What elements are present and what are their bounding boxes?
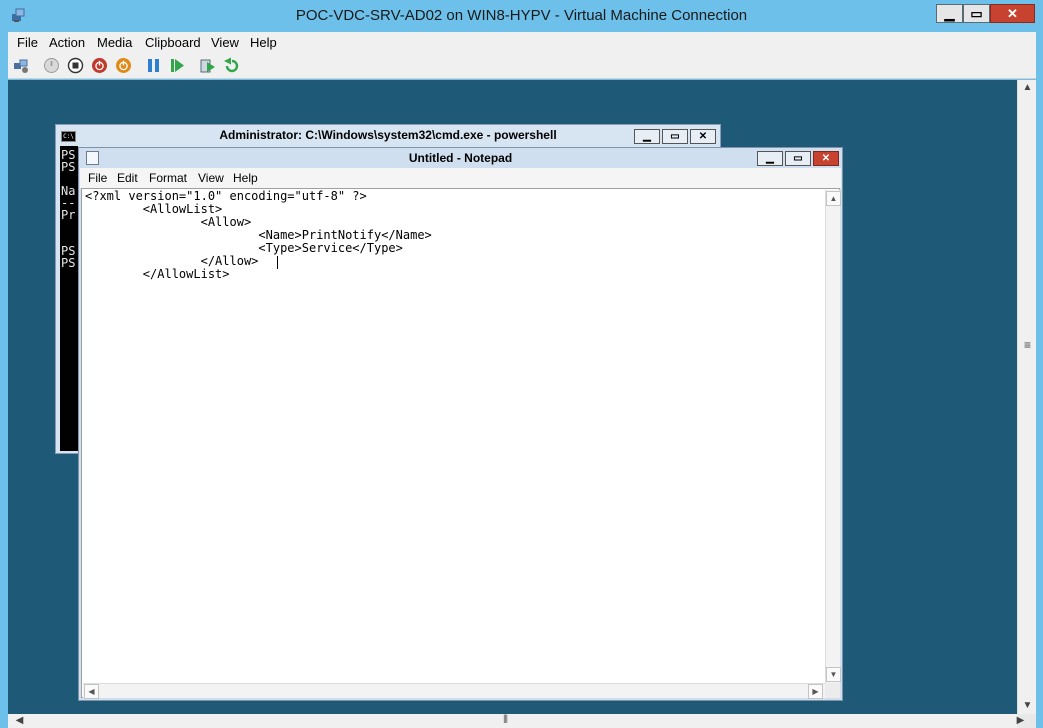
scroll-up-icon[interactable]: ▲ xyxy=(1018,82,1037,93)
np-scroll-right-icon[interactable]: ▶ xyxy=(808,684,823,699)
notepad-content: <?xml version="1.0" encoding="utf-8" ?> … xyxy=(85,189,432,281)
console-line: PS xyxy=(61,256,76,270)
np-scroll-left-icon[interactable]: ◀ xyxy=(84,684,99,699)
menu-file[interactable]: File xyxy=(17,32,38,53)
np-scroll-corner xyxy=(825,683,840,698)
notepad-text-area[interactable]: <?xml version="1.0" encoding="utf-8" ?> … xyxy=(81,188,841,699)
np-menu-file[interactable]: File xyxy=(88,168,107,188)
np-minimize-button[interactable]: ▁ xyxy=(757,151,783,166)
np-close-button[interactable]: ✕ xyxy=(813,151,839,166)
np-menu-help[interactable]: Help xyxy=(233,168,258,188)
close-button[interactable]: ✕ xyxy=(990,4,1035,23)
toolbar xyxy=(8,53,1036,79)
start-icon[interactable] xyxy=(43,57,60,74)
scroll-corner: ▶ xyxy=(1017,714,1036,728)
console-line: Pr xyxy=(61,208,76,222)
scroll-down-icon[interactable]: ▼ xyxy=(1018,700,1037,711)
np-scroll-down-icon[interactable]: ▼ xyxy=(826,667,841,682)
ps-close-button[interactable]: ✕ xyxy=(690,129,716,144)
notepad-menu-bar: File Edit Format View Help xyxy=(80,168,841,188)
np-menu-edit[interactable]: Edit xyxy=(117,168,138,188)
minimize-button[interactable]: ▁ xyxy=(936,4,963,23)
menu-action[interactable]: Action xyxy=(49,32,85,53)
vertical-scrollbar[interactable]: ▲ ≡ ▼ xyxy=(1017,80,1036,714)
np-vertical-scrollbar[interactable]: ▲ ▼ xyxy=(825,190,841,683)
np-menu-format[interactable]: Format xyxy=(149,168,187,188)
menu-media[interactable]: Media xyxy=(97,32,132,53)
np-horizontal-scrollbar[interactable]: ◀ ▶ xyxy=(83,683,825,699)
turn-off-icon[interactable] xyxy=(67,57,84,74)
np-maximize-button[interactable]: ▭ xyxy=(785,151,811,166)
menu-view[interactable]: View xyxy=(211,32,239,53)
shut-down-icon[interactable] xyxy=(91,57,108,74)
powershell-title: Administrator: C:\Windows\system32\cmd.e… xyxy=(219,128,557,142)
pause-icon[interactable] xyxy=(145,57,162,74)
revert-icon[interactable] xyxy=(223,57,240,74)
vm-title-bar[interactable]: POC-VDC-SRV-AD02 on WIN8-HYPV - Virtual … xyxy=(0,0,1043,32)
maximize-button[interactable]: ▭ xyxy=(963,4,990,23)
scroll-right-icon[interactable]: ▶ xyxy=(1011,715,1030,726)
console-line: PS xyxy=(61,160,76,174)
vm-connection-window: POC-VDC-SRV-AD02 on WIN8-HYPV - Virtual … xyxy=(0,0,1043,728)
notepad-window[interactable]: Untitled - Notepad ▁ ▭ ✕ File Edit Forma… xyxy=(78,147,843,701)
scroll-thumb-grip-icon[interactable]: ≡ xyxy=(1018,338,1037,352)
snapshot-icon[interactable] xyxy=(199,57,216,74)
text-cursor xyxy=(277,256,278,269)
menu-bar: File Action Media Clipboard View Help xyxy=(8,32,1036,53)
horizontal-scrollbar[interactable]: ◀ ⦀ xyxy=(8,714,1017,728)
hscroll-thumb-grip-icon[interactable]: ⦀ xyxy=(496,714,515,727)
ps-minimize-button[interactable]: ▁ xyxy=(634,129,660,144)
powershell-console[interactable]: PS PS Na -- Pr PS PS xyxy=(60,146,78,451)
scroll-left-icon[interactable]: ◀ xyxy=(10,715,29,726)
menu-clipboard[interactable]: Clipboard xyxy=(145,32,201,53)
notepad-title: Untitled - Notepad xyxy=(408,151,513,165)
menu-help[interactable]: Help xyxy=(250,32,277,53)
np-menu-view[interactable]: View xyxy=(198,168,224,188)
ps-maximize-button[interactable]: ▭ xyxy=(662,129,688,144)
window-title: POC-VDC-SRV-AD02 on WIN8-HYPV - Virtual … xyxy=(295,7,748,24)
np-scroll-up-icon[interactable]: ▲ xyxy=(826,191,841,206)
save-icon[interactable] xyxy=(115,57,132,74)
reset-icon[interactable] xyxy=(169,57,186,74)
ctrl-alt-del-icon[interactable] xyxy=(13,57,30,74)
